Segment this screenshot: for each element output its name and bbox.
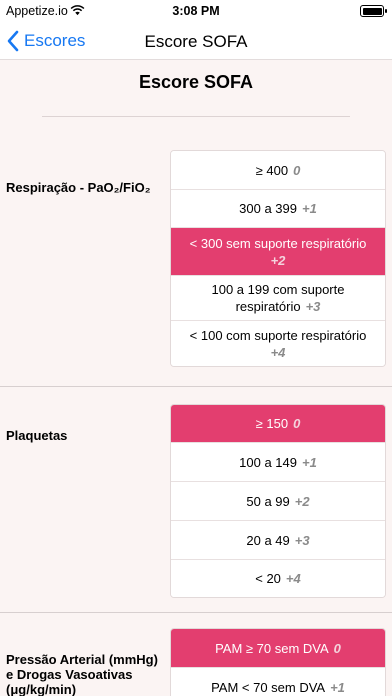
option-label: 20 a 49 — [246, 532, 290, 548]
option-points: +2 — [294, 493, 310, 509]
option-label: < 20 — [255, 571, 281, 586]
option-plaquetas-2[interactable]: 50 a 99 +2 — [171, 481, 385, 520]
option-label: PAM < 70 sem DVA — [211, 680, 326, 695]
option-plaquetas-4[interactable]: < 20 +4 — [171, 559, 385, 597]
option-label: PAM ≥ 70 sem DVA — [215, 640, 329, 656]
option-points: +3 — [305, 299, 321, 314]
option-label: < 300 sem suporte respiratório — [189, 235, 367, 251]
option-label: 100 a 199 com suporte respiratório — [211, 282, 345, 314]
option-points: 0 — [333, 640, 341, 656]
option-pressao-0[interactable]: PAM ≥ 70 sem DVA 0 — [171, 629, 385, 667]
option-points: +1 — [330, 680, 345, 695]
option-plaquetas-1[interactable]: 100 a 149 +1 — [171, 442, 385, 481]
section-divider — [0, 386, 392, 387]
criterion-label-text: Plaquetas — [6, 428, 68, 443]
option-pressao-1[interactable]: PAM < 70 sem DVA +1 — [171, 667, 385, 696]
option-points: +4 — [270, 344, 286, 360]
option-label: 100 a 149 — [239, 454, 297, 470]
page-title: Escore SOFA — [138, 72, 254, 92]
criterion-label-respiracao: Respiração - PaO₂/FiO₂ — [6, 180, 168, 195]
option-respiracao-0[interactable]: ≥ 400 0 — [171, 151, 385, 189]
option-label: 50 a 99 — [246, 493, 290, 509]
option-respiracao-4[interactable]: < 100 com suporte respiratório +4 — [171, 320, 385, 366]
option-points: +1 — [302, 454, 317, 470]
option-plaquetas-0[interactable]: ≥ 150 0 — [171, 405, 385, 442]
option-label: 300 a 399 — [239, 201, 297, 216]
option-label: ≥ 150 — [255, 416, 289, 431]
navigation-bar: Escores Escore SOFA — [0, 22, 392, 60]
option-points: 0 — [293, 416, 301, 431]
option-respiracao-3[interactable]: 100 a 199 com suporte respiratório +3 — [171, 275, 385, 320]
nav-title: Escore SOFA — [144, 32, 248, 51]
criterion-label-plaquetas: Plaquetas — [6, 428, 168, 443]
option-list-plaquetas: ≥ 150 0 100 a 149 +1 50 a 99 +2 20 a 49 +3 <… — [170, 404, 386, 598]
status-bar: Appetize.io 3:08 PM — [0, 0, 392, 22]
option-label: < 100 com suporte respiratório — [189, 327, 367, 343]
option-points: +2 — [270, 252, 286, 268]
option-points: 0 — [293, 162, 301, 178]
option-respiracao-1[interactable]: 300 a 399 +1 — [171, 189, 385, 227]
section-divider — [0, 612, 392, 613]
option-respiracao-2[interactable]: < 300 sem suporte respiratório +2 — [171, 227, 385, 275]
clock: 3:08 PM — [172, 4, 220, 18]
criterion-label-pressao: Pressão Arterial (mmHg) e Drogas Vasoati… — [6, 652, 164, 696]
option-points: +3 — [294, 532, 310, 548]
option-points: +1 — [302, 201, 317, 216]
criterion-label-text: Respiração - PaO₂/FiO₂ — [6, 180, 151, 195]
option-plaquetas-3[interactable]: 20 a 49 +3 — [171, 520, 385, 559]
option-list-pressao: PAM ≥ 70 sem DVA 0 PAM < 70 sem DVA +1 — [170, 628, 386, 696]
option-label: ≥ 400 — [255, 162, 289, 178]
criterion-label-text: Pressão Arterial (mmHg) e Drogas Vasoati… — [6, 652, 158, 696]
score-form[interactable]: Escore SOFA Respiração - PaO₂/FiO₂ ≥ 400… — [0, 60, 392, 696]
title-divider — [42, 116, 350, 117]
option-list-respiracao: ≥ 400 0 300 a 399 +1 < 300 sem suporte res… — [170, 150, 386, 367]
battery-icon — [360, 5, 387, 17]
option-points: +4 — [285, 571, 301, 586]
